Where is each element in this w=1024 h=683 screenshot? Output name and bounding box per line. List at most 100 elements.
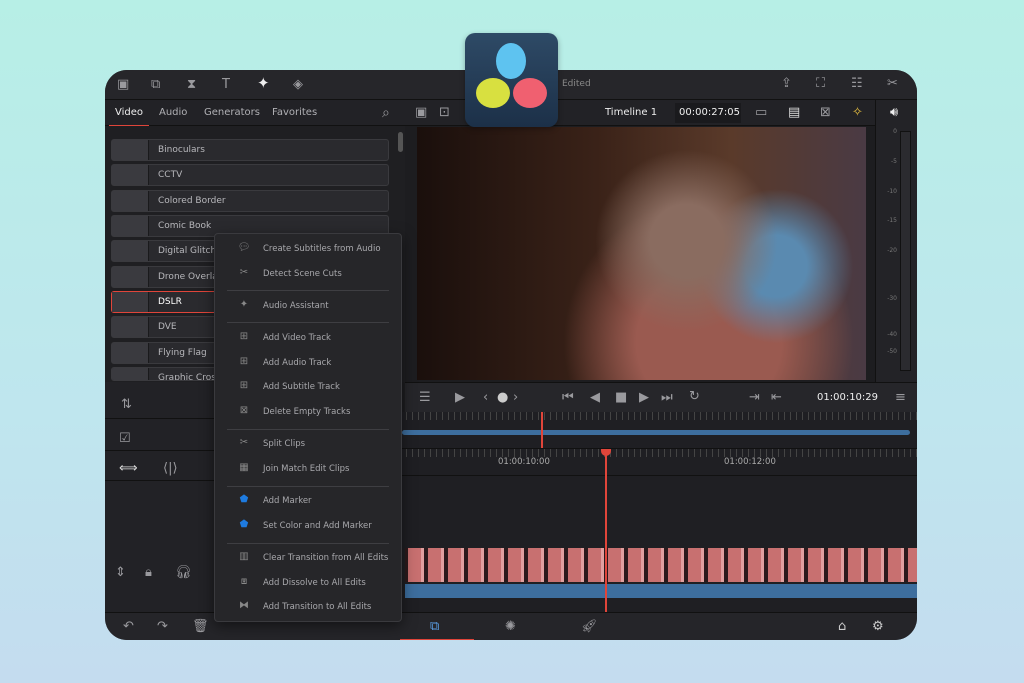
play-clip-icon[interactable]: ▶ [455, 391, 465, 404]
effect-thumbnail [112, 317, 149, 337]
tools-icon[interactable]: ✂ [887, 77, 898, 90]
skip-start-icon[interactable]: ⏮ [562, 391, 574, 404]
loop-icon[interactable]: ↻ [689, 390, 700, 403]
menu-item[interactable]: 💬︎ Create Subtitles from Audio [215, 239, 401, 259]
effect-thumbnail [112, 165, 149, 185]
audio-clip[interactable] [405, 584, 917, 598]
page-edit-tab[interactable]: ⧉ [400, 613, 474, 640]
effect-thumbnail [112, 292, 149, 312]
effect-item[interactable]: CCTV [111, 164, 389, 186]
mini-ruler [400, 412, 917, 420]
undo-icon[interactable]: ↶ [123, 620, 134, 633]
effect-thumbnail [112, 267, 149, 287]
track-check-icon[interactable]: ☑ [119, 432, 131, 445]
fullscreen-icon[interactable]: ⛶ [816, 77, 825, 90]
fusion-page-icon[interactable]: ✺ [505, 620, 516, 633]
sync-bin-icon[interactable]: ⧉ [151, 78, 160, 91]
ruler-label: 01:00:10:00 [498, 457, 550, 467]
play-icon[interactable]: ▶ [639, 391, 649, 404]
prev-edit-icon[interactable]: ‹ [483, 391, 488, 404]
transitions-diamond-icon[interactable]: ◈ [293, 78, 303, 91]
menu-icon[interactable]: ≡ [895, 391, 906, 404]
effect-item[interactable]: Colored Border [111, 190, 389, 212]
deliver-page-icon[interactable]: 🚀︎ [581, 620, 598, 633]
list-scrollbar[interactable] [398, 132, 403, 152]
menu-item[interactable]: ⊠ Delete Empty Tracks [215, 402, 401, 422]
settings-sliders-icon[interactable]: ☰ [419, 391, 431, 404]
headphones-icon[interactable]: 🎧︎ [175, 566, 192, 579]
tab-favorites[interactable]: Favorites [272, 107, 317, 118]
skip-end-icon[interactable]: ⏭ [661, 391, 673, 404]
search-icon[interactable]: ⌕ [382, 106, 390, 120]
home-icon[interactable]: ⌂ [838, 620, 846, 633]
effect-thumbnail [112, 140, 149, 160]
filmstrip-icon[interactable]: ⊡ [439, 106, 450, 119]
menu-item[interactable]: ▦ Join Match Edit Clips [215, 459, 401, 479]
ruler-label: 01:00:12:00 [724, 457, 776, 467]
menu-item[interactable]: ⬟ Add Marker [215, 491, 401, 511]
mini-playhead[interactable] [541, 412, 543, 448]
playhead[interactable] [605, 449, 607, 612]
image-view-icon[interactable]: ▣ [415, 106, 427, 119]
effect-item[interactable]: Binoculars [111, 139, 389, 161]
menu-item[interactable]: ⧆ Add Dissolve to All Edits [215, 573, 401, 593]
meter-tick: 0 [893, 128, 897, 135]
hq-icon[interactable]: ▤ [788, 106, 800, 119]
media-icon[interactable]: ▣ [117, 78, 129, 91]
mini-timeline-clip [402, 430, 910, 435]
reverse-icon[interactable]: ◀ [590, 391, 600, 404]
effect-thumbnail [112, 343, 149, 363]
subtitle-audio-icon: 💬︎ [237, 242, 251, 253]
transition-icon: ⧓ [239, 600, 249, 611]
mark-dot-icon[interactable]: ● [497, 391, 508, 404]
viewer-size-icon[interactable]: ▭ [755, 106, 767, 119]
share-icon[interactable]: ⇪ [781, 77, 792, 90]
effects-tabs: Video Audio Generators Favorites ⌕ [105, 100, 405, 127]
timeline[interactable]: 01:00:10:00 01:00:12:00 [400, 412, 917, 612]
meter-tick: -30 [887, 295, 897, 302]
titles-icon[interactable]: T [222, 78, 230, 91]
cut-page-icon: ⧉ [430, 619, 440, 634]
resolve-window: ▣ ⧉ ⧗ T ✦ ◈ Edited ⇪ ⛶ ☷ ✂ Video Audio G… [105, 70, 917, 640]
menu-item[interactable]: ✂ Detect Scene Cuts [215, 264, 401, 284]
menu-item[interactable]: ⊞ Add Audio Track [215, 353, 401, 373]
menu-item[interactable]: ⊞ Add Subtitle Track [215, 377, 401, 397]
meter-tick: -40 [887, 331, 897, 338]
video-viewer[interactable] [417, 127, 866, 380]
menu-item[interactable]: ⧓ Add Transition to All Edits [215, 597, 401, 617]
video-clip-strip[interactable] [405, 548, 917, 582]
timeline-name[interactable]: Timeline 1 [605, 107, 657, 118]
lock-icon[interactable]: 🔒︎ [145, 566, 152, 579]
next-edit-icon[interactable]: › [513, 391, 518, 404]
meter-tick: -50 [887, 348, 897, 355]
safe-area-icon[interactable]: ⊠ [820, 106, 831, 119]
add-audio-track-icon: ⊞ [239, 356, 249, 367]
tab-video[interactable]: Video [108, 107, 150, 127]
trim-icon[interactable]: ⟺ [119, 462, 138, 475]
effects-wand-icon[interactable]: ✦ [257, 76, 270, 91]
prev-frame-icon[interactable]: ⇤ [771, 391, 782, 404]
menu-item[interactable]: ✦ Audio Assistant [215, 296, 401, 316]
audio-assistant-icon: ✦ [239, 299, 249, 310]
gear-icon[interactable]: ⚙ [872, 620, 884, 633]
speaker-icon[interactable]: 🔊︎ [890, 106, 898, 119]
stop-icon[interactable]: ■ [615, 391, 627, 404]
next-frame-icon[interactable]: ⇥ [749, 391, 760, 404]
tab-audio[interactable]: Audio [159, 107, 187, 118]
tab-generators[interactable]: Generators [204, 107, 260, 118]
menu-item[interactable]: ✂ Split Clips [215, 434, 401, 454]
audio-swap-icon[interactable]: ⇅ [121, 398, 132, 411]
menu-item[interactable]: ▥ Clear Transition from All Edits [215, 548, 401, 568]
effect-thumbnail [112, 216, 149, 236]
menu-item[interactable]: ⊞ Add Video Track [215, 328, 401, 348]
slip-icon[interactable]: ⟨|⟩ [163, 462, 178, 475]
track-height-icon[interactable]: ⇕ [115, 566, 126, 579]
dissolve-icon: ⧆ [240, 576, 248, 587]
mixer-icon[interactable]: ☷ [851, 77, 863, 90]
menu-item[interactable]: ⬟ Set Color and Add Marker [215, 516, 401, 536]
add-video-track-icon: ⊞ [239, 331, 249, 342]
redo-icon[interactable]: ↷ [157, 620, 168, 633]
transitions-icon[interactable]: ⧗ [187, 78, 196, 91]
trash-icon[interactable]: 🗑︎ [192, 620, 209, 633]
color-wheel-icon[interactable]: ✧ [852, 106, 863, 119]
